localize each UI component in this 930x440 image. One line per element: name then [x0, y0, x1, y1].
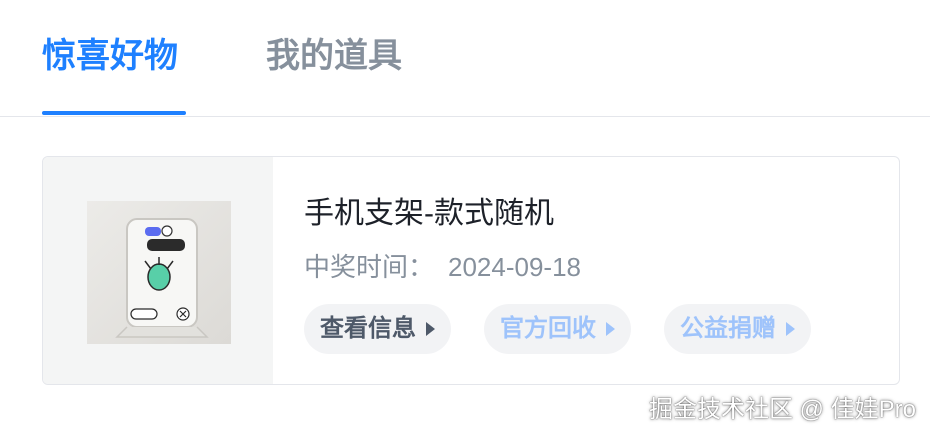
- view-info-label: 查看信息: [320, 315, 416, 342]
- prize-time-value: 2024-09-18: [448, 252, 582, 282]
- tab-bar: 惊喜好物 我的道具: [0, 0, 930, 117]
- caret-right-icon: [606, 322, 615, 336]
- phone-stand-illustration: [115, 218, 209, 338]
- prize-image-area: [43, 157, 273, 384]
- caret-right-icon: [426, 322, 435, 336]
- charity-donate-button[interactable]: 公益捐赠: [664, 304, 811, 354]
- phone-stand-image: [87, 201, 231, 344]
- caret-right-icon: [786, 322, 795, 336]
- view-info-button[interactable]: 查看信息: [304, 304, 451, 354]
- active-tab-indicator: [42, 111, 186, 115]
- tab-my-props[interactable]: 我的道具: [266, 34, 402, 78]
- official-recycle-button[interactable]: 官方回收: [484, 304, 631, 354]
- tab-surprise-goods[interactable]: 惊喜好物: [42, 34, 178, 78]
- prize-time: 中奖时间： 2024-09-18: [304, 250, 581, 284]
- official-recycle-label: 官方回收: [500, 315, 596, 342]
- charity-donate-label: 公益捐赠: [680, 315, 776, 342]
- prize-name: 手机支架-款式随机: [304, 197, 554, 230]
- watermark: 掘金技术社区 @ 佳娃Pro: [648, 396, 916, 423]
- prize-time-label: 中奖时间：: [304, 252, 435, 282]
